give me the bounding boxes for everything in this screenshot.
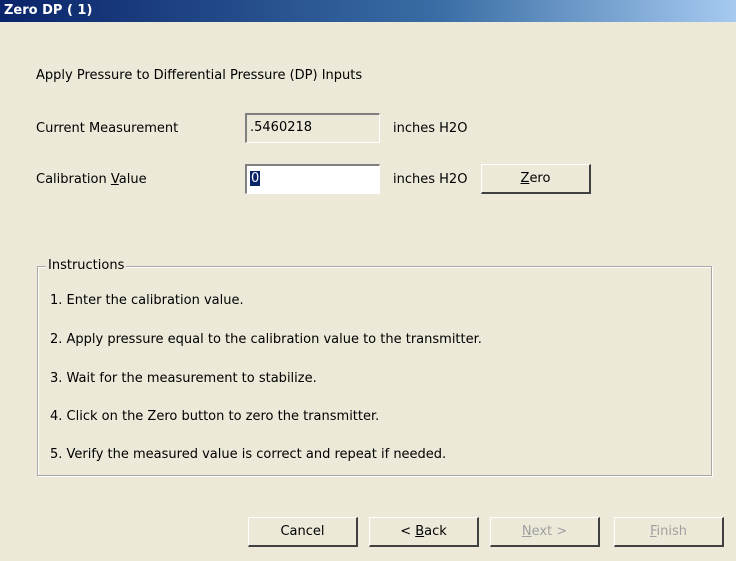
instruction-step: 3. Wait for the measurement to stabilize…	[50, 371, 317, 386]
instruction-step: 4. Click on the Zero button to zero the …	[50, 409, 380, 424]
calibration-value-text: 0	[250, 171, 261, 186]
back-button-label: ack	[424, 524, 447, 539]
next-button-label: ext >	[531, 524, 568, 539]
instructions-legend: Instructions	[46, 258, 127, 273]
finish-button-label: inish	[656, 524, 688, 539]
cancel-button[interactable]: Cancel	[248, 517, 358, 547]
finish-button[interactable]: Finish	[614, 517, 724, 547]
current-measurement-unit: inches H2O	[393, 121, 468, 136]
zero-button-label: ero	[529, 171, 551, 186]
calibration-label-rest: alue	[118, 172, 147, 187]
zero-button[interactable]: Zero	[481, 164, 591, 194]
calibration-label-part: Calibration	[36, 172, 111, 187]
current-measurement-field: .5460218	[245, 113, 380, 143]
calibration-value-input[interactable]: 0	[245, 164, 380, 194]
current-measurement-label: Current Measurement	[36, 121, 179, 136]
page-prompt: Apply Pressure to Differential Pressure …	[36, 68, 363, 83]
instruction-step: 5. Verify the measured value is correct …	[50, 447, 447, 462]
back-button[interactable]: < Back	[369, 517, 479, 547]
instructions-groupbox: Instructions 1. Enter the calibration va…	[37, 258, 712, 476]
next-button-accesskey: N	[521, 524, 532, 539]
instruction-step: 2. Apply pressure equal to the calibrati…	[50, 332, 482, 347]
instruction-step: 1. Enter the calibration value.	[50, 293, 244, 308]
window-title: Zero DP ( 1)	[0, 0, 736, 22]
calibration-value-unit: inches H2O	[393, 172, 468, 187]
back-button-accesskey: B	[415, 524, 425, 539]
calibration-label-accesskey: V	[110, 172, 119, 187]
next-button[interactable]: Next >	[490, 517, 600, 547]
calibration-value-label: Calibration Value	[36, 172, 147, 187]
back-button-prefix: <	[400, 524, 416, 539]
